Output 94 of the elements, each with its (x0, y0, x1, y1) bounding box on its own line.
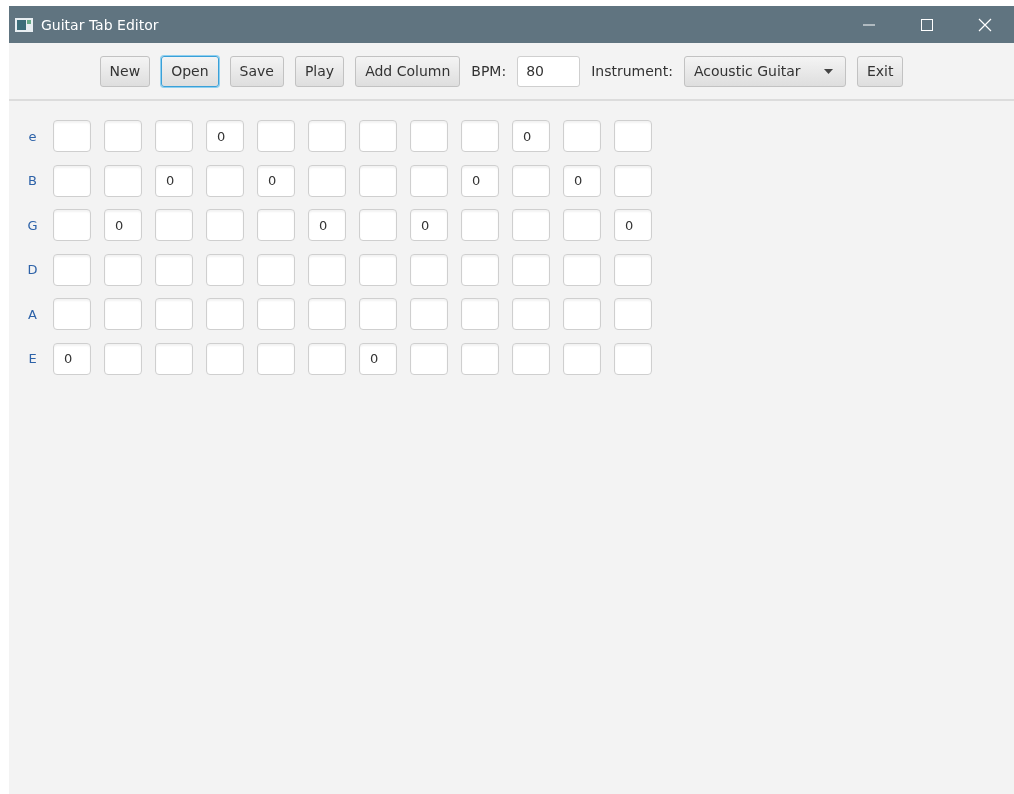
instrument-dropdown[interactable]: Acoustic Guitar (683, 55, 846, 87)
string-label: A (27, 306, 38, 322)
fret-field[interactable] (308, 120, 346, 152)
fret-field[interactable] (206, 298, 244, 330)
fret-field[interactable] (461, 120, 499, 152)
fret-field[interactable] (206, 253, 244, 286)
exit-button[interactable]: Exit (856, 55, 904, 87)
fret-field[interactable] (461, 298, 499, 330)
fret-field[interactable]: 0 (359, 342, 397, 375)
fret-field[interactable] (614, 120, 652, 152)
fret-field[interactable]: 0 (308, 209, 346, 241)
fret-field[interactable] (104, 342, 142, 375)
fret-field[interactable] (155, 253, 193, 286)
toolbar-button[interactable]: Play (294, 55, 345, 87)
fret-field[interactable] (53, 253, 91, 286)
fret-field[interactable] (614, 342, 652, 375)
fret-field[interactable] (308, 342, 346, 375)
fret-field[interactable] (53, 120, 91, 152)
fret-field[interactable] (461, 209, 499, 241)
fret-field[interactable] (563, 253, 601, 286)
instrument-label: Instrument: (591, 63, 673, 79)
fret-field[interactable] (257, 253, 295, 286)
string-label: e (27, 128, 38, 144)
toolbar-button[interactable]: Add Column (355, 55, 461, 87)
fret-field[interactable] (359, 209, 397, 241)
fret-field[interactable] (155, 342, 193, 375)
maximize-icon (920, 17, 934, 32)
fret-field[interactable]: 0 (206, 120, 244, 152)
fret-field[interactable] (461, 253, 499, 286)
fret-field[interactable]: 0 (155, 164, 193, 197)
fret-field[interactable] (614, 164, 652, 197)
fret-field[interactable]: 0 (461, 164, 499, 197)
fret-field[interactable]: 0 (563, 164, 601, 197)
fret-field[interactable]: 0 (512, 120, 550, 152)
caret-icon (823, 68, 833, 74)
window-title: Guitar Tab Editor (41, 16, 160, 33)
fret-field[interactable] (512, 209, 550, 241)
fret-field[interactable] (512, 253, 550, 286)
fret-field[interactable]: 0 (104, 209, 142, 241)
fret-field[interactable] (155, 120, 193, 152)
fret-field[interactable] (308, 298, 346, 330)
minimize-icon (863, 23, 875, 26)
bpm-label: BPM: (471, 63, 507, 79)
toolbar-button[interactable]: Open (161, 55, 219, 87)
toolbar-button[interactable]: New (99, 55, 151, 87)
fret-field[interactable]: 0 (53, 342, 91, 375)
fret-field[interactable] (53, 209, 91, 241)
fret-field[interactable] (410, 120, 448, 152)
close-icon (978, 17, 992, 32)
fret-field[interactable] (104, 120, 142, 152)
toolbar-button[interactable]: Save (229, 55, 284, 87)
fret-field[interactable] (461, 342, 499, 375)
fret-field[interactable] (410, 298, 448, 330)
fret-field[interactable] (410, 164, 448, 197)
fret-field[interactable] (206, 164, 244, 197)
fret-field[interactable]: 0 (614, 209, 652, 241)
fret-field[interactable] (155, 209, 193, 241)
fret-field[interactable] (410, 253, 448, 286)
fret-field[interactable] (53, 298, 91, 330)
fret-field[interactable] (104, 253, 142, 286)
fret-field[interactable] (512, 298, 550, 330)
fret-field[interactable] (308, 253, 346, 286)
fret-field[interactable] (563, 120, 601, 152)
fret-field[interactable] (359, 253, 397, 286)
bpm-field[interactable]: 80 (517, 55, 581, 87)
string-label: G (26, 217, 39, 233)
fret-field[interactable]: 0 (410, 209, 448, 241)
app-icon (15, 17, 33, 32)
fret-field[interactable] (206, 209, 244, 241)
fret-field[interactable] (257, 342, 295, 375)
fret-field[interactable] (359, 298, 397, 330)
fret-field[interactable] (410, 342, 448, 375)
fret-field[interactable] (257, 209, 295, 241)
fret-field[interactable] (563, 209, 601, 241)
fret-field[interactable] (257, 298, 295, 330)
fret-field[interactable] (257, 120, 295, 152)
fret-field[interactable] (563, 342, 601, 375)
fret-field[interactable] (359, 120, 397, 152)
fret-field[interactable] (155, 298, 193, 330)
fret-field[interactable] (563, 298, 601, 330)
fret-field[interactable]: 0 (257, 164, 295, 197)
fret-field[interactable] (104, 164, 142, 197)
fret-field[interactable] (104, 298, 142, 330)
fret-field[interactable] (512, 164, 550, 197)
fret-field[interactable] (614, 298, 652, 330)
string-label: E (27, 351, 38, 366)
fret-field[interactable] (512, 342, 550, 375)
fret-field[interactable] (614, 253, 652, 286)
string-label: B (27, 173, 38, 188)
fret-field[interactable] (206, 342, 244, 375)
fret-field[interactable] (308, 164, 346, 197)
fret-field[interactable] (53, 164, 91, 197)
string-label: D (26, 262, 39, 277)
fret-field[interactable] (359, 164, 397, 197)
